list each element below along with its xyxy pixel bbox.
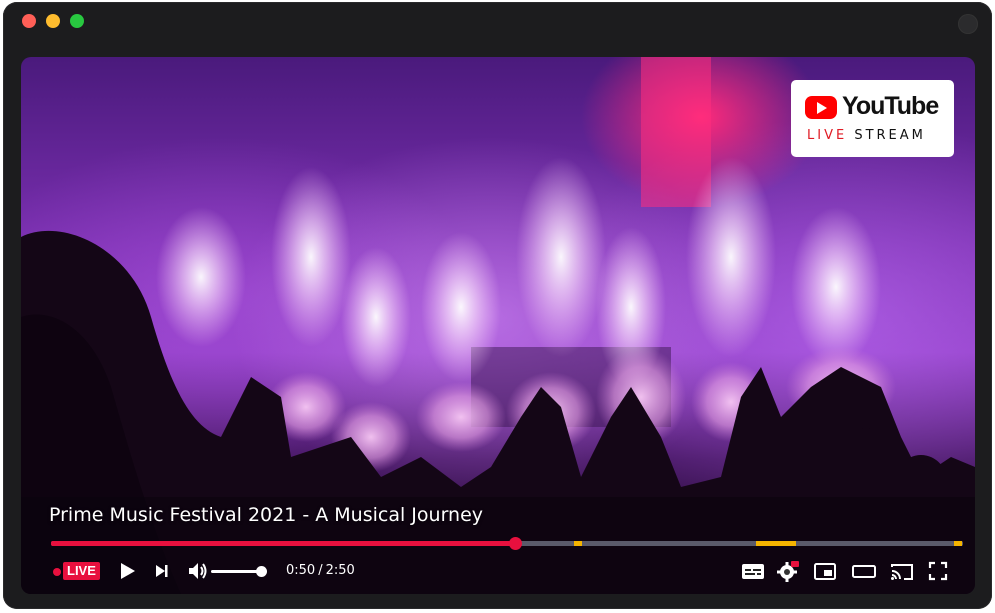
volume-slider[interactable] <box>211 570 261 573</box>
window-menu-button[interactable] <box>958 14 978 34</box>
youtube-brand-text: YouTube <box>842 92 939 120</box>
volume-slider-handle[interactable] <box>256 566 267 577</box>
badge-stream-text: STREAM <box>854 128 926 143</box>
next-icon[interactable] <box>153 560 171 582</box>
youtube-live-stream-badge: YouTube LIVE STREAM <box>791 80 954 157</box>
title-bar <box>3 2 992 46</box>
live-stream-label: LIVE STREAM <box>807 128 926 143</box>
cast-icon[interactable] <box>890 560 914 582</box>
minimize-window-button[interactable] <box>46 14 60 28</box>
video-player[interactable]: YouTube LIVE STREAM Prime Music Festival… <box>21 57 975 594</box>
browser-window: YouTube LIVE STREAM Prime Music Festival… <box>3 2 992 609</box>
progress-played <box>51 541 516 546</box>
time-separator: / <box>318 563 323 578</box>
fullscreen-icon[interactable] <box>927 560 949 582</box>
miniplayer-icon[interactable] <box>813 560 837 582</box>
maximize-window-button[interactable] <box>70 14 84 28</box>
duration: 2:50 <box>325 563 355 578</box>
settings-icon[interactable] <box>776 560 800 582</box>
volume-icon[interactable] <box>187 560 211 582</box>
live-indicator-dot <box>53 568 61 576</box>
badge-live-text: LIVE <box>807 128 848 143</box>
player-controls: LIVE 0:50/2:50 <box>21 557 975 587</box>
play-icon[interactable] <box>118 560 138 582</box>
video-title: Prime Music Festival 2021 - A Musical Jo… <box>49 504 484 526</box>
subtitles-icon[interactable] <box>741 560 765 582</box>
current-time: 0:50 <box>286 563 316 578</box>
time-display: 0:50/2:50 <box>286 563 355 578</box>
chapter-marker <box>573 541 582 546</box>
progress-bar[interactable] <box>51 537 963 550</box>
close-window-button[interactable] <box>22 14 36 28</box>
chapter-marker <box>953 541 962 546</box>
chapter-marker <box>755 541 796 546</box>
live-button[interactable]: LIVE <box>63 562 100 580</box>
youtube-play-icon <box>805 96 837 119</box>
theater-mode-icon[interactable] <box>851 560 877 582</box>
